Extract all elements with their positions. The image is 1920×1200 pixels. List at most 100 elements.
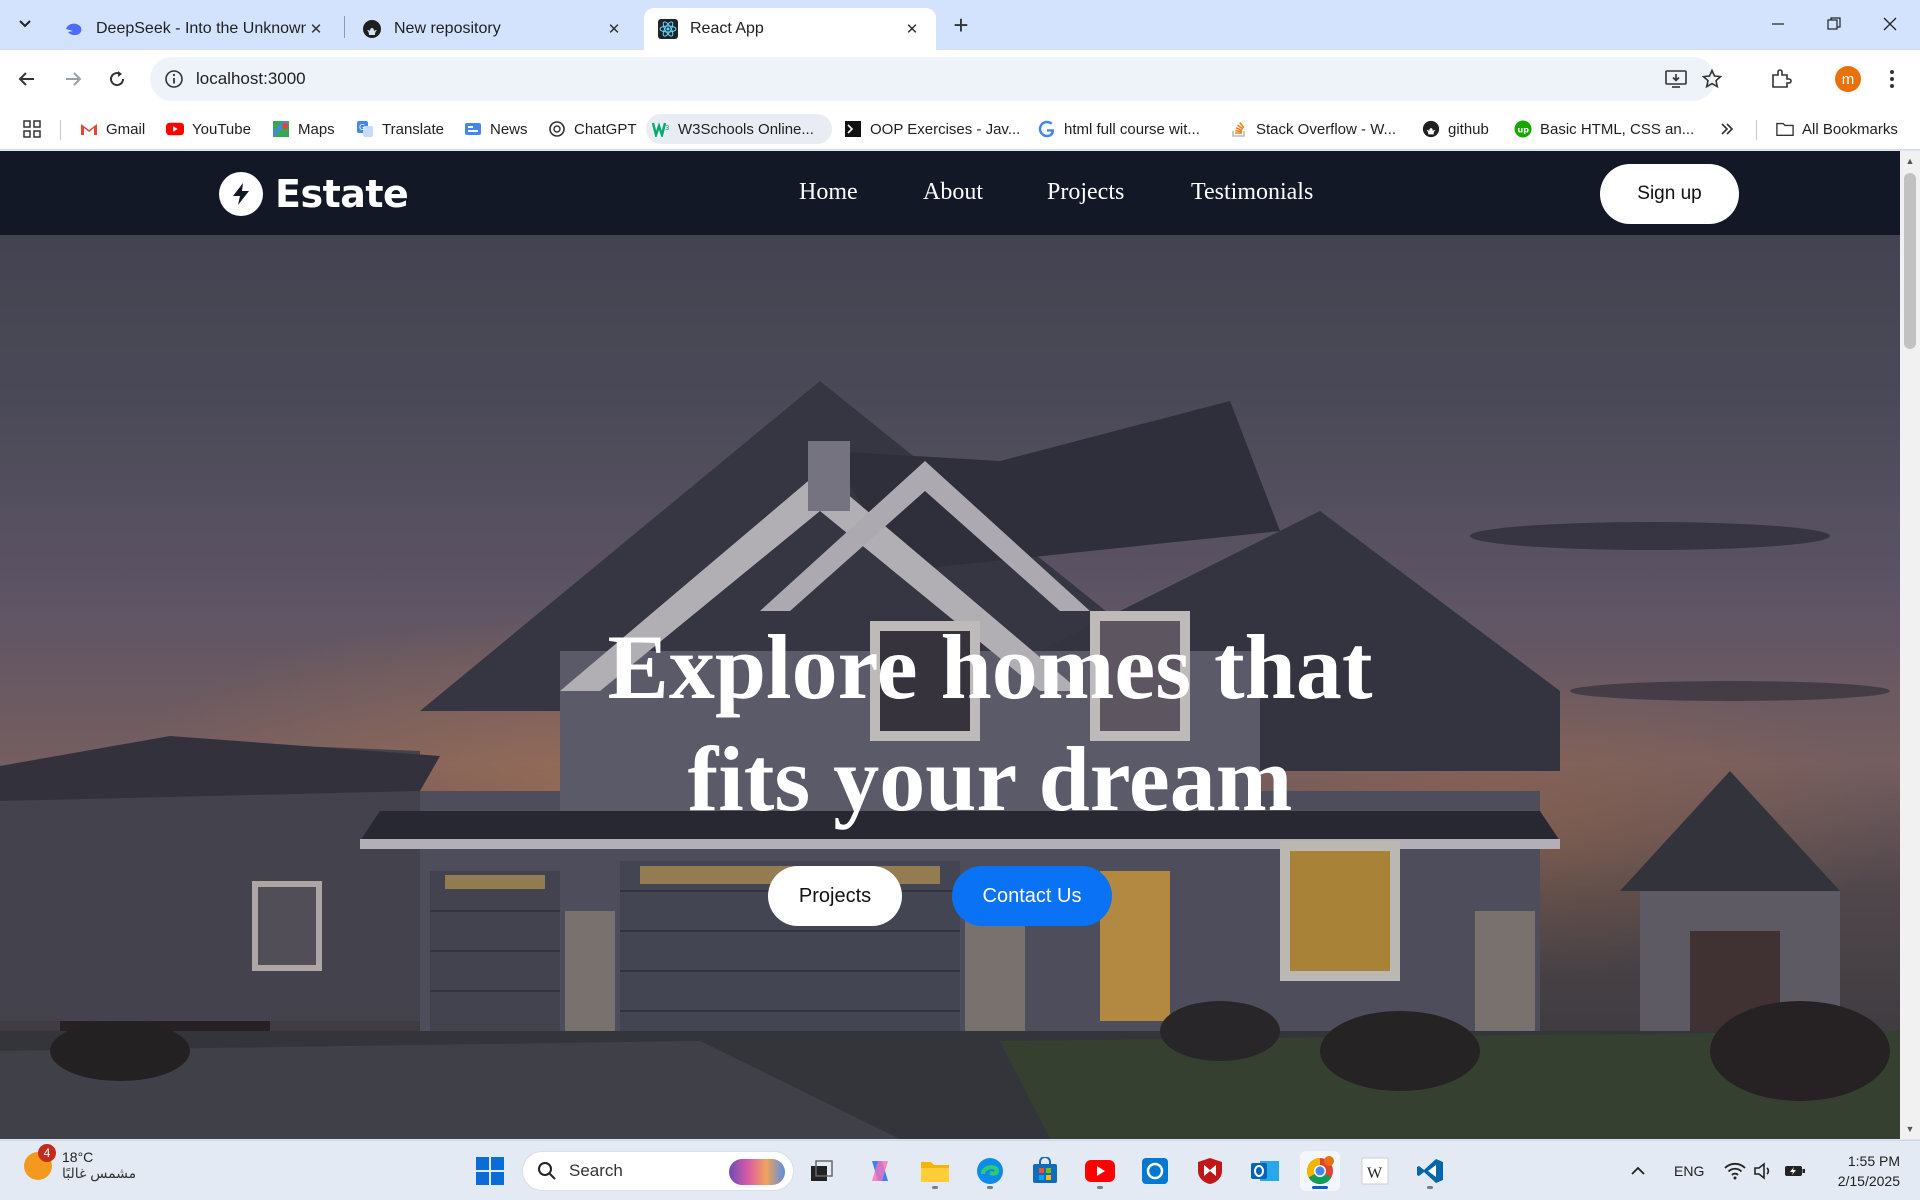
outlook-button[interactable] [1245,1151,1285,1191]
all-bookmarks-button[interactable]: All Bookmarks [1770,114,1904,144]
terminal-icon [844,120,862,138]
install-app-icon[interactable] [1662,65,1690,93]
copilot-button[interactable] [860,1151,900,1191]
youtube-icon [166,120,184,138]
bookmark-star-icon[interactable] [1698,65,1726,93]
microsoft-store-button[interactable] [1025,1151,1065,1191]
google-icon [1038,120,1056,138]
start-button[interactable] [470,1151,510,1191]
weather-sun-icon: 4 [24,1143,56,1180]
hero-heading-line: Explore homes that [607,616,1373,718]
info-icon[interactable] [164,69,184,89]
stackoverflow-icon [1230,120,1248,138]
bookmark-maps[interactable]: Maps [266,114,341,144]
vscode-button[interactable] [1410,1151,1450,1191]
system-clock[interactable]: 1:55 PM 2/15/2025 [1820,1151,1900,1191]
address-bar[interactable]: localhost:3000 [150,57,1722,101]
volume-icon[interactable] [1753,1141,1773,1200]
svg-text:G: G [359,123,365,132]
page-scrollbar[interactable]: ▲ ▼ [1900,151,1920,1139]
bookmark-translate[interactable]: G Translate [350,114,450,144]
bookmark-oop-exercises[interactable]: OOP Exercises - Jav... [838,114,1026,144]
store-icon [1033,1157,1057,1183]
gmail-icon [80,120,98,138]
profile-avatar[interactable]: m [1831,62,1865,96]
youtube-app-button[interactable] [1080,1151,1120,1191]
tab-search-button[interactable] [10,8,40,40]
bookmark-youtube[interactable]: YouTube [160,114,257,144]
projects-button[interactable]: Projects [768,866,902,926]
bookmark-w3schools[interactable]: 3 W3Schools Online... [646,114,832,144]
edge-button[interactable] [970,1151,1010,1191]
weather-widget[interactable]: 4 18°C مشمس غالبًا [24,1143,137,1182]
more-bookmarks-button[interactable] [1714,114,1740,144]
apps-button[interactable] [16,114,48,144]
nav-link-projects[interactable]: Projects [1047,179,1124,206]
language-indicator[interactable]: ENG [1674,1141,1704,1200]
nav-link-testimonials[interactable]: Testimonials [1191,179,1313,206]
close-window-button[interactable] [1862,0,1918,48]
restore-button[interactable] [1806,0,1862,48]
nav-link-home[interactable]: Home [799,179,858,206]
close-icon [1883,17,1897,31]
nav-link-about[interactable]: About [923,179,983,206]
chrome-icon [1306,1156,1334,1185]
tab-github[interactable]: New repository ✕ [348,8,638,50]
chrome-button[interactable] [1300,1151,1340,1191]
bookmark-gmail[interactable]: Gmail [74,114,151,144]
taskbar-search[interactable]: Search [522,1151,794,1191]
reload-button[interactable] [100,62,134,96]
apps-grid-icon [23,120,41,138]
bookmark-github[interactable]: github [1416,114,1495,144]
bookmark-label: W3Schools Online... [678,120,814,138]
mcafee-button[interactable] [1190,1151,1230,1191]
task-view-icon [811,1160,833,1181]
svg-text:3: 3 [665,124,669,132]
logo-text: Estate [275,172,409,216]
bookmarks-bar: Gmail YouTube Maps G Translate News Chat… [0,108,1920,150]
bookmark-chatgpt[interactable]: ChatGPT [542,114,643,144]
bookmark-news[interactable]: News [458,114,534,144]
bookmark-stackoverflow[interactable]: Stack Overflow - W... [1224,114,1402,144]
new-tab-button[interactable]: + [946,10,976,40]
bookmark-html-course[interactable]: html full course wit... [1032,114,1206,144]
bookmark-label: ChatGPT [574,120,637,138]
wifi-icon[interactable] [1724,1141,1746,1200]
task-view-button[interactable] [802,1151,842,1191]
page-viewport: Estate Home About Projects Testimonials … [0,151,1900,1139]
youtube-icon [1085,1160,1115,1182]
file-explorer-button[interactable] [915,1151,955,1191]
weather-condition: مشمس غالبًا [62,1165,137,1181]
menu-button[interactable] [1875,62,1909,96]
close-icon[interactable]: ✕ [306,19,326,39]
forward-button[interactable] [56,62,90,96]
show-hidden-icons-button[interactable] [1630,1141,1646,1200]
windows-taskbar: 4 18°C مشمس غالبًا Search W ENG 1:55 PM … [0,1140,1920,1200]
news-icon [464,120,482,138]
clock-date: 2/15/2025 [1837,1173,1900,1189]
scroll-up-arrow-icon[interactable]: ▲ [1904,155,1916,167]
bookmark-divider [1756,120,1757,140]
back-button[interactable] [10,62,44,96]
tab-strip: DeepSeek - Into the Unknown ✕ New reposi… [0,0,1920,50]
tab-react-app[interactable]: React App ✕ [644,8,936,50]
search-highlight-image [729,1159,785,1185]
close-icon[interactable]: ✕ [902,19,922,39]
outlook-icon [1251,1161,1279,1181]
word-button[interactable]: W [1355,1151,1395,1191]
site-logo[interactable]: Estate [219,172,409,216]
cortana-button[interactable] [1135,1151,1175,1191]
contact-us-button[interactable]: Contact Us [952,866,1112,926]
scroll-thumb[interactable] [1904,173,1916,349]
reload-icon [110,71,125,87]
tab-deepseek[interactable]: DeepSeek - Into the Unknown ✕ [50,8,340,50]
extensions-icon[interactable] [1764,62,1798,96]
scroll-down-arrow-icon[interactable]: ▼ [1904,1123,1916,1135]
signup-button[interactable]: Sign up [1600,164,1739,224]
battery-icon[interactable] [1784,1141,1806,1200]
bookmark-label: Maps [298,120,335,138]
bookmark-basic-html[interactable]: up Basic HTML, CSS an... [1508,114,1700,144]
clock-time: 1:55 PM [1847,1153,1900,1169]
minimize-button[interactable] [1750,0,1806,48]
close-icon[interactable]: ✕ [604,19,624,39]
